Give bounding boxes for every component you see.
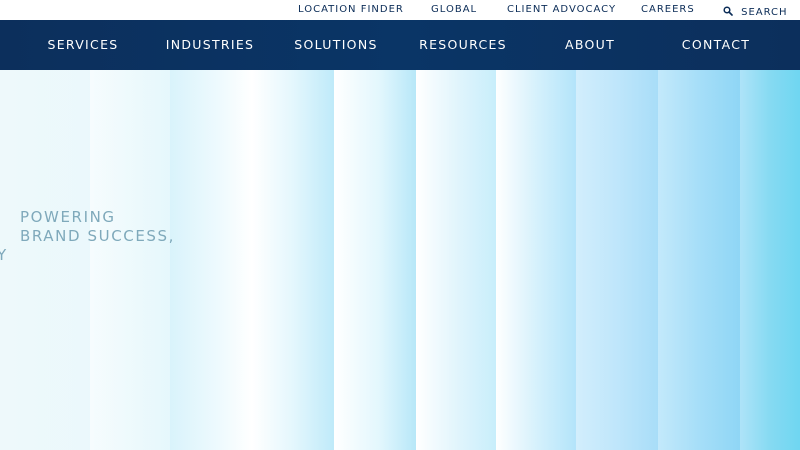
utility-bar: LOCATION FINDER GLOBAL CLIENT ADVOCACY C… xyxy=(0,0,800,20)
nav-industries[interactable]: INDUSTRIES xyxy=(166,20,255,70)
hero-stripe xyxy=(170,70,252,450)
nav-resources[interactable]: RESOURCES xyxy=(419,20,507,70)
nav-services[interactable]: SERVICES xyxy=(47,20,118,70)
hero-stripe xyxy=(90,70,170,450)
hero-heading-line2: BRAND SUCCESS, xyxy=(20,227,176,245)
main-nav: SERVICES INDUSTRIES SOLUTIONS RESOURCES … xyxy=(0,20,800,70)
hero-heading-line1: POWERING xyxy=(20,208,116,226)
location-finder-link[interactable]: LOCATION FINDER xyxy=(298,0,404,20)
nav-solutions[interactable]: SOLUTIONS xyxy=(294,20,377,70)
hero-banner: POWERING BRAND SUCCESS, Y xyxy=(0,70,800,450)
hero-stripe xyxy=(334,70,416,450)
search-icon xyxy=(723,6,733,16)
hero-stripe xyxy=(740,70,800,450)
hero-text-fragment: Y xyxy=(0,246,7,264)
client-advocacy-link[interactable]: CLIENT ADVOCACY xyxy=(507,0,616,20)
search-label: SEARCH xyxy=(741,7,788,18)
nav-about[interactable]: ABOUT xyxy=(565,20,615,70)
hero-stripe xyxy=(496,70,576,450)
search-link[interactable]: SEARCH xyxy=(723,0,788,20)
hero-stripe xyxy=(416,70,496,450)
hero-stripe xyxy=(658,70,740,450)
page: LOCATION FINDER GLOBAL CLIENT ADVOCACY C… xyxy=(0,0,800,450)
hero-stripe xyxy=(576,70,658,450)
global-link[interactable]: GLOBAL xyxy=(431,0,477,20)
hero-stripe xyxy=(252,70,334,450)
nav-contact[interactable]: CONTACT xyxy=(682,20,750,70)
careers-link[interactable]: CAREERS xyxy=(641,0,695,20)
